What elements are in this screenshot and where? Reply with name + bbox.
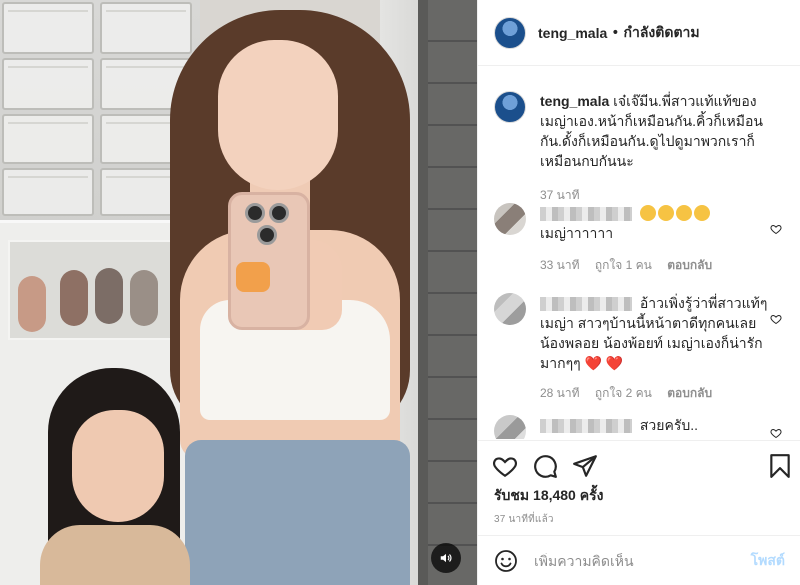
comment-icon[interactable]: [532, 453, 558, 479]
red-hearts: ❤️ ❤️: [584, 355, 624, 371]
blurred-username: [540, 419, 632, 434]
comment-item: สวยครับ..: [494, 415, 794, 439]
emoji-icon[interactable]: [494, 549, 518, 573]
avatar[interactable]: [494, 415, 526, 439]
bookmark-icon[interactable]: [767, 453, 793, 479]
emoji-icon: [657, 205, 674, 221]
storage-bin: [2, 168, 94, 216]
comment-item: เมญ่าาาาาา 33 นาที ถูกใจ 1 คน ตอบกลับ: [494, 203, 794, 275]
share-icon[interactable]: [572, 453, 598, 479]
emoji-icon: [675, 205, 692, 221]
action-bar: [478, 440, 800, 478]
comment-item: อ้าวเพิ่งรู้ว่าพี่สาวแท้ๆเมญ่า สาวๆบ้านน…: [494, 293, 794, 403]
blurred-username: [540, 207, 632, 222]
storage-bin: [2, 2, 94, 54]
storage-bin: [2, 58, 94, 110]
heart-icon[interactable]: [770, 223, 782, 235]
avatar[interactable]: [494, 203, 526, 235]
camera-lens: [257, 225, 277, 245]
speaker-icon: [440, 553, 452, 563]
post-details-panel: teng_mala • กำลังติดตาม teng_mala เจ๋เจ๊…: [477, 0, 800, 585]
caption-time[interactable]: 37 นาที: [540, 188, 580, 202]
comment-time[interactable]: 28 นาที: [540, 386, 580, 400]
jeans: [185, 440, 410, 585]
phone-charm: [236, 262, 270, 292]
avatar[interactable]: [494, 293, 526, 325]
heart-icon[interactable]: [770, 427, 782, 439]
shoe: [60, 270, 88, 326]
comment-meta: 33 นาที ถูกใจ 1 คน ตอบกลับ: [540, 255, 770, 275]
view-count[interactable]: รับชม 18,480 ครั้ง: [494, 485, 603, 507]
comment-input[interactable]: [534, 552, 751, 569]
post-header: teng_mala • กำลังติดตาม: [478, 0, 800, 66]
camera-lens: [269, 203, 289, 223]
follow-status-button[interactable]: กำลังติดตาม: [624, 22, 700, 44]
heart-icon[interactable]: [492, 453, 518, 479]
comment-time[interactable]: 33 นาที: [540, 258, 580, 272]
reply-button[interactable]: ตอบกลับ: [667, 386, 712, 400]
caption-meta: 37 นาที: [540, 185, 790, 205]
comment-text: สวยครับ..: [639, 417, 699, 433]
comment-likes[interactable]: ถูกใจ 1 คน: [595, 258, 652, 272]
comments-list[interactable]: teng_mala เจ๋เจ๊มีน.พี่สาวแท้แท้ของเมญ่า…: [478, 67, 800, 439]
storage-bin: [100, 2, 192, 54]
header-separator: •: [611, 24, 620, 41]
caption: teng_mala เจ๋เจ๊มีน.พี่สาวแท้แท้ของเมญ่า…: [494, 91, 794, 205]
storage-bin: [2, 114, 94, 164]
comment-composer: โพสต์: [478, 535, 800, 585]
emoji-icon: [693, 205, 710, 221]
avatar[interactable]: [494, 16, 526, 49]
sound-toggle-button[interactable]: [431, 543, 461, 573]
shoe: [130, 270, 158, 326]
woman-face: [218, 40, 338, 190]
post-comment-button[interactable]: โพสต์: [751, 550, 785, 572]
door-panel: [428, 0, 477, 585]
blurred-username: [540, 297, 632, 312]
avatar[interactable]: [494, 91, 526, 123]
shoe: [18, 276, 46, 332]
emoji-icon: [639, 205, 656, 221]
reply-button[interactable]: ตอบกลับ: [667, 258, 712, 272]
comment-likes[interactable]: ถูกใจ 2 คน: [595, 386, 652, 400]
header-username[interactable]: teng_mala: [538, 25, 607, 41]
comment-text: เมญ่าาาาาา: [540, 225, 614, 241]
post-timestamp[interactable]: 37 นาทีที่แล้ว: [494, 512, 554, 527]
caption-username[interactable]: teng_mala: [540, 93, 609, 109]
phone: [228, 192, 310, 330]
heart-icon[interactable]: [770, 313, 782, 325]
post-media[interactable]: [0, 0, 477, 585]
shoe: [95, 268, 123, 324]
camera-lens: [245, 203, 265, 223]
girl-face: [72, 410, 164, 522]
emoji-group: [639, 205, 712, 221]
comment-meta: 28 นาที ถูกใจ 2 คน ตอบกลับ: [540, 383, 770, 403]
girl-dress: [40, 525, 190, 585]
